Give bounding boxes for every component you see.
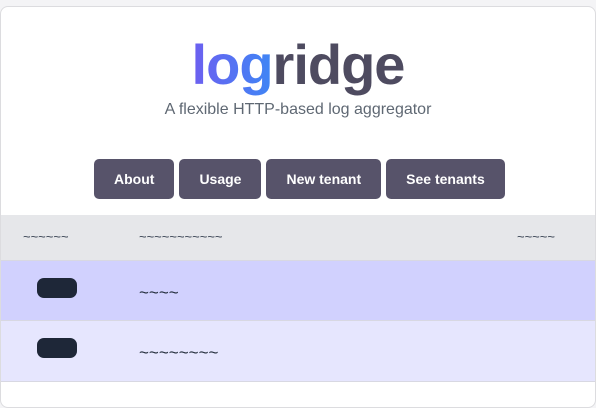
table-cell-name: ~~~~~~~~ xyxy=(139,343,219,362)
row-action-button[interactable] xyxy=(37,278,77,298)
about-button[interactable]: About xyxy=(94,159,175,199)
table-header-cell: ~~~~~~~~~~~ xyxy=(139,229,223,244)
table-header-row: ~~~~~~ ~~~~~~~~~~~ ~~~~~ xyxy=(1,215,595,261)
see-tenants-button[interactable]: See tenants xyxy=(386,159,505,199)
main-card: logridge A flexible HTTP-based log aggre… xyxy=(0,6,596,408)
tenants-table: ~~~~~~ ~~~~~~~~~~~ ~~~~~ ~~~~ ~~~~~~~~ xyxy=(1,215,595,382)
row-action-button[interactable] xyxy=(37,338,77,358)
usage-button[interactable]: Usage xyxy=(179,159,262,199)
table-header-cell: ~~~~~~ xyxy=(23,229,69,244)
logo-part-log: log xyxy=(191,33,274,96)
logo-part-ridge: ridge xyxy=(272,33,406,96)
tagline: A flexible HTTP-based log aggregator xyxy=(164,101,432,118)
nav-bar: About Usage New tenant See tenants xyxy=(94,159,505,199)
table-header-cell: ~~~~~ xyxy=(517,229,555,244)
new-tenant-button[interactable]: New tenant xyxy=(266,159,382,199)
app-logo: logridge xyxy=(1,37,595,93)
table-row[interactable]: ~~~~ xyxy=(1,261,595,321)
table-row[interactable]: ~~~~~~~~ xyxy=(1,321,595,382)
table-cell-name: ~~~~ xyxy=(139,283,179,302)
